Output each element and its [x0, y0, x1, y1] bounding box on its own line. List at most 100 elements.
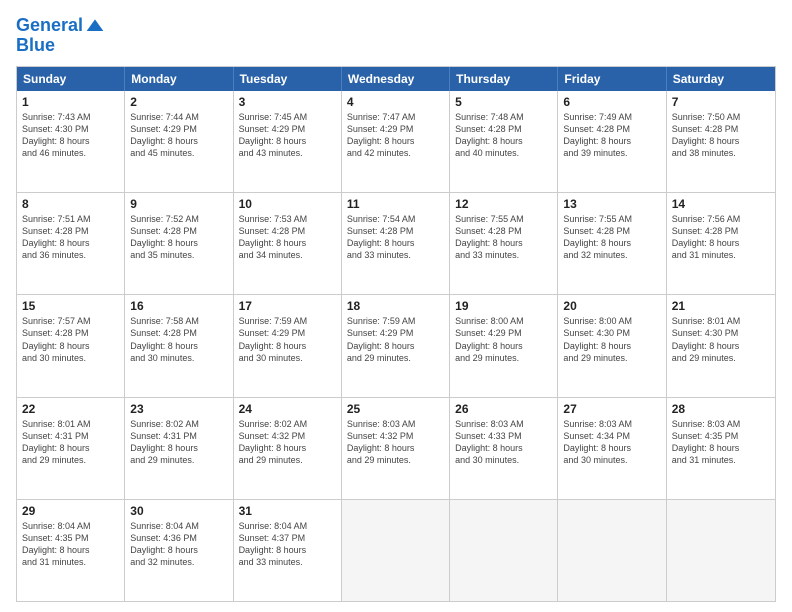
calendar-cell: 15Sunrise: 7:57 AMSunset: 4:28 PMDayligh… — [17, 295, 125, 396]
cell-details: Sunrise: 7:54 AMSunset: 4:28 PMDaylight:… — [347, 213, 444, 262]
cell-details: Sunrise: 8:03 AMSunset: 4:32 PMDaylight:… — [347, 418, 444, 467]
calendar-header: SundayMondayTuesdayWednesdayThursdayFrid… — [17, 67, 775, 91]
cell-details: Sunrise: 8:03 AMSunset: 4:35 PMDaylight:… — [672, 418, 770, 467]
cell-details: Sunrise: 7:44 AMSunset: 4:29 PMDaylight:… — [130, 111, 227, 160]
calendar-cell: 31 Sunrise: 8:04 AMSunset: 4:37 PMDayligh… — [234, 500, 342, 601]
calendar-cell: 28 Sunrise: 8:03 AMSunset: 4:35 PMDayligh… — [667, 398, 775, 499]
calendar-row-1: 8 Sunrise: 7:51 AMSunset: 4:28 PMDaylight… — [17, 192, 775, 294]
calendar-body: 1Sunrise: 7:43 AMSunset: 4:30 PMDaylight… — [17, 91, 775, 601]
day-number: 16 — [130, 299, 227, 313]
calendar-cell: 3 Sunrise: 7:45 AMSunset: 4:29 PMDaylight… — [234, 91, 342, 192]
cell-details: Sunrise: 7:43 AMSunset: 4:30 PMDaylight:… — [22, 111, 119, 160]
cell-details: Sunrise: 7:53 AMSunset: 4:28 PMDaylight:… — [239, 213, 336, 262]
logo-text2: Blue — [16, 36, 105, 56]
day-number: 23 — [130, 402, 227, 416]
cell-details: Sunrise: 7:47 AMSunset: 4:29 PMDaylight:… — [347, 111, 444, 160]
cell-details: Sunrise: 7:50 AMSunset: 4:28 PMDaylight:… — [672, 111, 770, 160]
calendar-cell: 16 Sunrise: 7:58 AMSunset: 4:28 PMDayligh… — [125, 295, 233, 396]
cell-details: Sunrise: 8:00 AMSunset: 4:30 PMDaylight:… — [563, 315, 660, 364]
day-number: 11 — [347, 197, 444, 211]
calendar-row-0: 1Sunrise: 7:43 AMSunset: 4:30 PMDaylight… — [17, 91, 775, 192]
day-of-week-tuesday: Tuesday — [234, 67, 342, 91]
calendar-cell: 17Sunrise: 7:59 AMSunset: 4:29 PMDayligh… — [234, 295, 342, 396]
cell-details: Sunrise: 8:04 AMSunset: 4:36 PMDaylight:… — [130, 520, 227, 569]
calendar-row-2: 15Sunrise: 7:57 AMSunset: 4:28 PMDayligh… — [17, 294, 775, 396]
calendar-cell: 1Sunrise: 7:43 AMSunset: 4:30 PMDaylight… — [17, 91, 125, 192]
calendar-cell: 5 Sunrise: 7:48 AMSunset: 4:28 PMDaylight… — [450, 91, 558, 192]
calendar-cell — [558, 500, 666, 601]
calendar-cell: 24 Sunrise: 8:02 AMSunset: 4:32 PMDayligh… — [234, 398, 342, 499]
day-number: 22 — [22, 402, 119, 416]
day-number: 30 — [130, 504, 227, 518]
cell-details: Sunrise: 7:58 AMSunset: 4:28 PMDaylight:… — [130, 315, 227, 364]
day-of-week-wednesday: Wednesday — [342, 67, 450, 91]
cell-details: Sunrise: 7:48 AMSunset: 4:28 PMDaylight:… — [455, 111, 552, 160]
calendar-cell: 30 Sunrise: 8:04 AMSunset: 4:36 PMDayligh… — [125, 500, 233, 601]
day-number: 7 — [672, 95, 770, 109]
cell-details: Sunrise: 7:55 AMSunset: 4:28 PMDaylight:… — [563, 213, 660, 262]
calendar-row-3: 22 Sunrise: 8:01 AMSunset: 4:31 PMDayligh… — [17, 397, 775, 499]
cell-details: Sunrise: 8:04 AMSunset: 4:37 PMDaylight:… — [239, 520, 336, 569]
calendar-cell — [667, 500, 775, 601]
calendar-cell — [450, 500, 558, 601]
logo: General Blue — [16, 16, 105, 56]
calendar-cell: 7 Sunrise: 7:50 AMSunset: 4:28 PMDaylight… — [667, 91, 775, 192]
calendar-cell: 29Sunrise: 8:04 AMSunset: 4:35 PMDayligh… — [17, 500, 125, 601]
page: General Blue SundayMondayTuesdayWednesda… — [0, 0, 792, 612]
cell-details: Sunrise: 8:01 AMSunset: 4:30 PMDaylight:… — [672, 315, 770, 364]
cell-details: Sunrise: 8:02 AMSunset: 4:31 PMDaylight:… — [130, 418, 227, 467]
cell-details: Sunrise: 7:57 AMSunset: 4:28 PMDaylight:… — [22, 315, 119, 364]
day-number: 8 — [22, 197, 119, 211]
cell-details: Sunrise: 7:45 AMSunset: 4:29 PMDaylight:… — [239, 111, 336, 160]
day-number: 25 — [347, 402, 444, 416]
day-number: 31 — [239, 504, 336, 518]
cell-details: Sunrise: 7:56 AMSunset: 4:28 PMDaylight:… — [672, 213, 770, 262]
day-number: 5 — [455, 95, 552, 109]
cell-details: Sunrise: 7:52 AMSunset: 4:28 PMDaylight:… — [130, 213, 227, 262]
cell-details: Sunrise: 7:55 AMSunset: 4:28 PMDaylight:… — [455, 213, 552, 262]
calendar-cell: 6Sunrise: 7:49 AMSunset: 4:28 PMDaylight… — [558, 91, 666, 192]
cell-details: Sunrise: 7:59 AMSunset: 4:29 PMDaylight:… — [347, 315, 444, 364]
calendar-row-4: 29Sunrise: 8:04 AMSunset: 4:35 PMDayligh… — [17, 499, 775, 601]
calendar-cell: 14 Sunrise: 7:56 AMSunset: 4:28 PMDayligh… — [667, 193, 775, 294]
calendar-cell — [342, 500, 450, 601]
cell-details: Sunrise: 7:59 AMSunset: 4:29 PMDaylight:… — [239, 315, 336, 364]
calendar: SundayMondayTuesdayWednesdayThursdayFrid… — [16, 66, 776, 602]
day-number: 14 — [672, 197, 770, 211]
day-number: 20 — [563, 299, 660, 313]
day-number: 12 — [455, 197, 552, 211]
calendar-cell: 8 Sunrise: 7:51 AMSunset: 4:28 PMDaylight… — [17, 193, 125, 294]
calendar-cell: 12 Sunrise: 7:55 AMSunset: 4:28 PMDayligh… — [450, 193, 558, 294]
calendar-cell: 22 Sunrise: 8:01 AMSunset: 4:31 PMDayligh… — [17, 398, 125, 499]
day-number: 28 — [672, 402, 770, 416]
cell-details: Sunrise: 8:00 AMSunset: 4:29 PMDaylight:… — [455, 315, 552, 364]
cell-details: Sunrise: 8:03 AMSunset: 4:34 PMDaylight:… — [563, 418, 660, 467]
day-number: 3 — [239, 95, 336, 109]
day-number: 19 — [455, 299, 552, 313]
day-number: 18 — [347, 299, 444, 313]
calendar-cell: 13Sunrise: 7:55 AMSunset: 4:28 PMDayligh… — [558, 193, 666, 294]
calendar-cell: 18 Sunrise: 7:59 AMSunset: 4:29 PMDayligh… — [342, 295, 450, 396]
logo-text: General — [16, 16, 83, 36]
calendar-cell: 20 Sunrise: 8:00 AMSunset: 4:30 PMDayligh… — [558, 295, 666, 396]
day-number: 2 — [130, 95, 227, 109]
calendar-cell: 26 Sunrise: 8:03 AMSunset: 4:33 PMDayligh… — [450, 398, 558, 499]
cell-details: Sunrise: 8:01 AMSunset: 4:31 PMDaylight:… — [22, 418, 119, 467]
calendar-cell: 10Sunrise: 7:53 AMSunset: 4:28 PMDayligh… — [234, 193, 342, 294]
cell-details: Sunrise: 7:49 AMSunset: 4:28 PMDaylight:… — [563, 111, 660, 160]
day-number: 21 — [672, 299, 770, 313]
day-number: 9 — [130, 197, 227, 211]
cell-details: Sunrise: 8:04 AMSunset: 4:35 PMDaylight:… — [22, 520, 119, 569]
day-number: 24 — [239, 402, 336, 416]
day-number: 26 — [455, 402, 552, 416]
logo-icon — [85, 16, 105, 36]
day-of-week-saturday: Saturday — [667, 67, 775, 91]
calendar-cell: 2 Sunrise: 7:44 AMSunset: 4:29 PMDaylight… — [125, 91, 233, 192]
calendar-cell: 9 Sunrise: 7:52 AMSunset: 4:28 PMDaylight… — [125, 193, 233, 294]
calendar-cell: 23 Sunrise: 8:02 AMSunset: 4:31 PMDayligh… — [125, 398, 233, 499]
day-of-week-friday: Friday — [558, 67, 666, 91]
cell-details: Sunrise: 8:02 AMSunset: 4:32 PMDaylight:… — [239, 418, 336, 467]
cell-details: Sunrise: 8:03 AMSunset: 4:33 PMDaylight:… — [455, 418, 552, 467]
calendar-cell: 11 Sunrise: 7:54 AMSunset: 4:28 PMDayligh… — [342, 193, 450, 294]
cell-details: Sunrise: 7:51 AMSunset: 4:28 PMDaylight:… — [22, 213, 119, 262]
